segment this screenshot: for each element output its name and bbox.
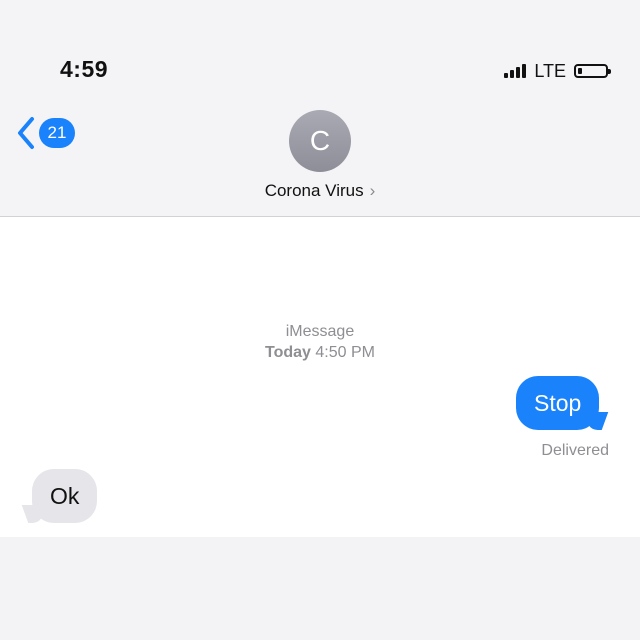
contact-name-button[interactable]: Corona Virus ›: [0, 181, 640, 201]
chevron-left-icon: [18, 117, 34, 149]
unread-count-badge: 21: [39, 118, 75, 148]
timestamp-time: 4:50 PM: [315, 344, 375, 361]
chevron-right-icon: ›: [369, 181, 376, 200]
sent-message-bubble[interactable]: Stop: [516, 376, 600, 430]
cellular-signal-icon: [504, 64, 528, 78]
timestamp-day: Today: [265, 344, 311, 361]
status-indicators: LTE: [504, 60, 611, 82]
battery-icon: [574, 64, 611, 78]
contact-name: Corona Virus: [264, 181, 364, 200]
received-message-bubble[interactable]: Ok: [32, 469, 98, 523]
back-button[interactable]: 21: [16, 116, 75, 150]
delivery-status: Delivered: [541, 442, 609, 459]
message-thread[interactable]: iMessage Today 4:50 PM Stop Delivered Ok: [0, 217, 640, 537]
conversation-header: 4:59 LTE 21 C Corona Virus ›: [0, 0, 640, 217]
status-time: 4:59: [60, 56, 109, 82]
footer-area: [0, 537, 640, 640]
network-type: LTE: [534, 60, 566, 81]
contact-avatar[interactable]: C: [289, 110, 351, 172]
battery-level: [578, 68, 582, 74]
service-label: iMessage: [285, 323, 355, 340]
message-timestamp: Today 4:50 PM: [0, 344, 640, 362]
